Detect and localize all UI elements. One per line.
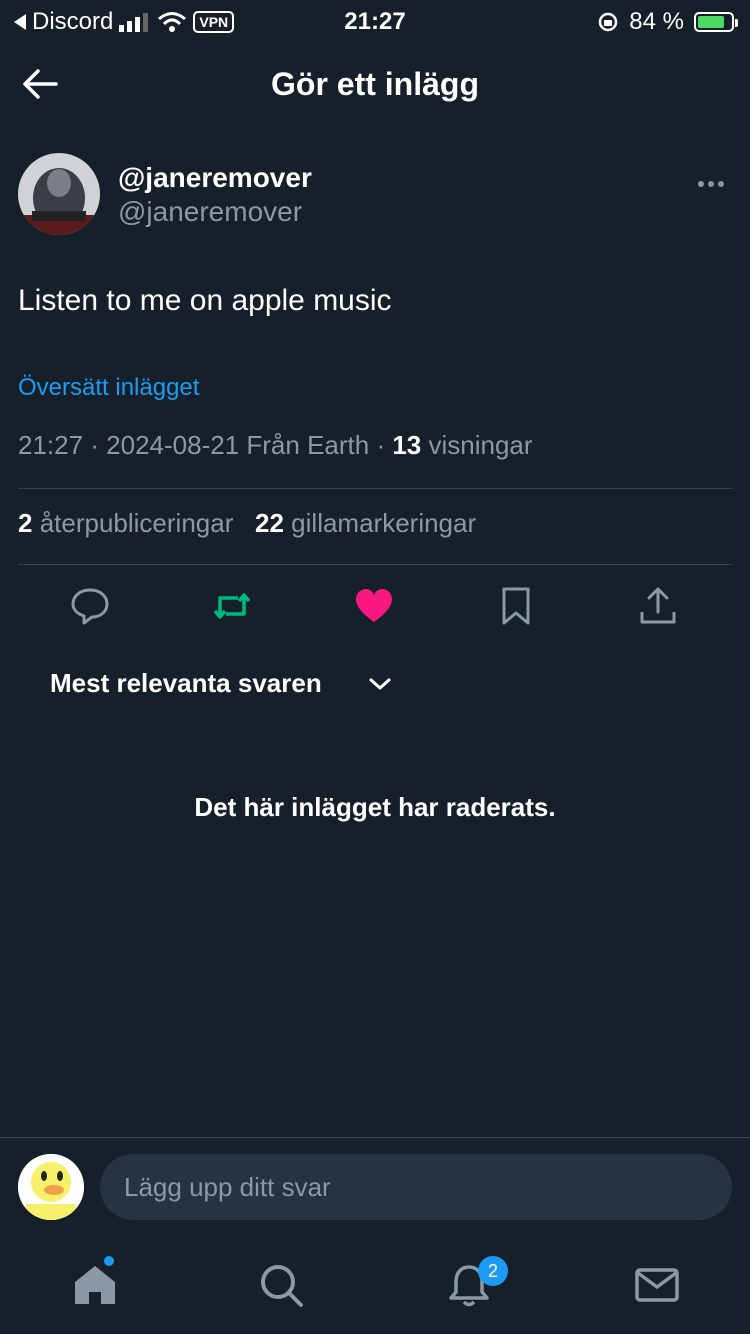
notifications-badge: 2 bbox=[478, 1256, 508, 1286]
likes-count[interactable]: 22 bbox=[255, 508, 284, 538]
share-icon[interactable] bbox=[638, 586, 678, 626]
battery-icon bbox=[694, 12, 738, 32]
home-notification-dot bbox=[104, 1256, 114, 1266]
post-text: Listen to me on apple music bbox=[18, 284, 392, 317]
more-options-icon[interactable] bbox=[698, 174, 728, 192]
divider bbox=[18, 488, 732, 489]
author-handle[interactable]: @janeremover bbox=[118, 196, 302, 228]
author-avatar[interactable] bbox=[18, 153, 100, 235]
messages-icon[interactable] bbox=[634, 1262, 680, 1308]
author-name[interactable]: @janeremover bbox=[118, 162, 312, 194]
divider bbox=[18, 564, 732, 565]
avatar-image bbox=[18, 153, 100, 235]
my-avatar[interactable] bbox=[18, 1154, 84, 1220]
likes-label[interactable]: gillamarkeringar bbox=[284, 508, 476, 538]
deleted-post-message: Det här inlägget har raderats. bbox=[194, 792, 556, 822]
reply-sort-dropdown[interactable]: Mest relevanta svaren bbox=[50, 668, 322, 699]
reposts-label[interactable]: återpubliceringar bbox=[32, 508, 234, 538]
orientation-lock-icon bbox=[599, 12, 618, 32]
divider bbox=[0, 1137, 750, 1138]
retweet-icon[interactable] bbox=[212, 586, 252, 626]
views-label: visningar bbox=[421, 430, 533, 460]
reply-input[interactable] bbox=[100, 1154, 732, 1220]
views-count: 13 bbox=[392, 430, 422, 460]
avatar-image bbox=[18, 1154, 84, 1220]
page-title: Gör ett inlägg bbox=[271, 66, 479, 102]
post-meta-prefix: 21:27 · 2024-08-21 Från Earth · bbox=[18, 430, 393, 460]
reply-icon[interactable] bbox=[70, 586, 110, 626]
chevron-down-icon[interactable] bbox=[368, 676, 392, 692]
bookmark-icon[interactable] bbox=[496, 586, 536, 626]
search-icon[interactable] bbox=[258, 1262, 304, 1308]
status-bar: Discord VPN 21:27 84 % bbox=[0, 0, 750, 40]
status-right: 84 % bbox=[597, 8, 738, 36]
post-meta: 21:27 · 2024-08-21 Från Earth · 13 visni… bbox=[18, 430, 533, 461]
like-icon[interactable] bbox=[354, 586, 394, 626]
battery-percent: 84 % bbox=[629, 8, 684, 35]
reposts-count[interactable]: 2 bbox=[18, 508, 32, 538]
home-icon[interactable] bbox=[72, 1262, 118, 1308]
post-stats: 2 återpubliceringar 22 gillamarkeringar bbox=[18, 508, 476, 539]
translate-link[interactable]: Översätt inlägget bbox=[18, 374, 199, 402]
